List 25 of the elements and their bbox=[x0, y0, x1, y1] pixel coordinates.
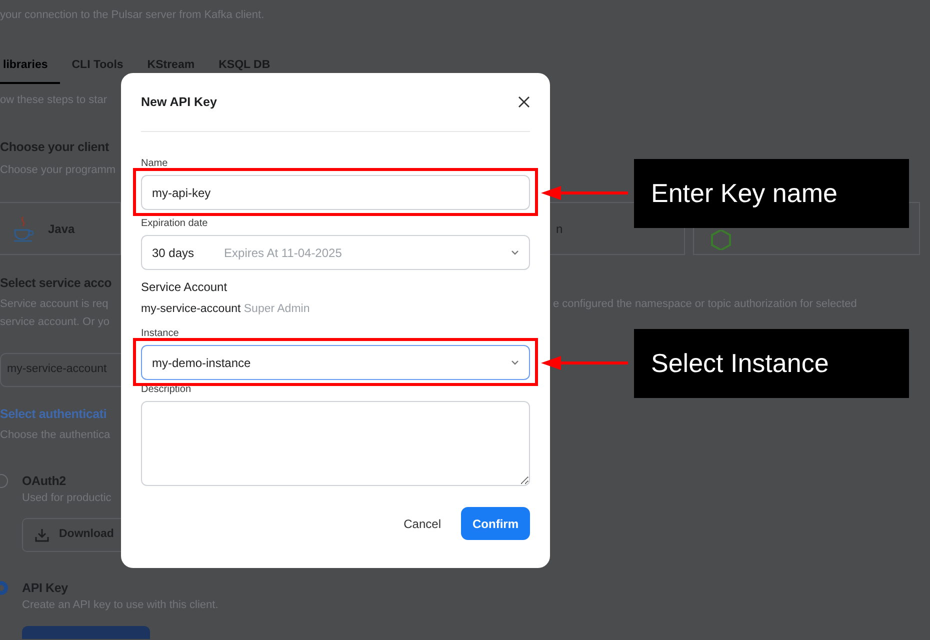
close-button[interactable] bbox=[518, 96, 530, 108]
field-label: Expiration date bbox=[141, 218, 208, 230]
service-account-text: my-service-account Super Admin bbox=[141, 302, 310, 317]
dialog-title: New API Key bbox=[141, 94, 217, 111]
close-icon bbox=[518, 96, 530, 108]
select-field[interactable]: 30 days Expires At 11-04-2025 bbox=[141, 235, 530, 270]
coffee-cup-icon bbox=[12, 214, 34, 242]
chevron-down-icon bbox=[511, 250, 519, 255]
callout-tooltip: Select Instance bbox=[634, 328, 909, 398]
field-label: Instance bbox=[141, 328, 179, 340]
confirm-button[interactable]: Confirm bbox=[461, 507, 530, 540]
field-label: Description bbox=[141, 384, 192, 396]
action-button[interactable] bbox=[22, 626, 150, 639]
field-label: Service Account bbox=[141, 279, 228, 296]
text-area[interactable] bbox=[141, 401, 530, 486]
cancel-button[interactable]: Cancel bbox=[400, 510, 445, 537]
hexagon-icon bbox=[710, 230, 732, 250]
field-label: Name bbox=[141, 158, 168, 170]
text-field[interactable]: my-api-key bbox=[141, 175, 530, 210]
callout-tooltip: Enter Key name bbox=[634, 158, 909, 228]
tab[interactable]: libraries bbox=[0, 57, 60, 84]
section-heading: Select authenticati bbox=[0, 406, 107, 423]
download-icon bbox=[35, 528, 49, 542]
select-field[interactable]: my-demo-instance bbox=[141, 345, 530, 380]
chevron-down-icon bbox=[511, 360, 519, 366]
